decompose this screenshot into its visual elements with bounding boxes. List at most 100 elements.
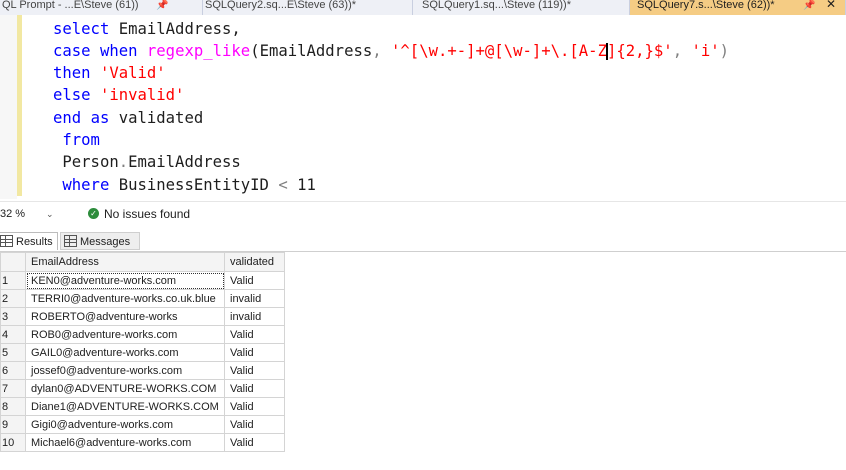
pin-icon[interactable]: 📌 [156, 0, 168, 11]
row-number[interactable]: 10 [0, 433, 26, 452]
email-cell[interactable]: ROBERTO@adventure-works [25, 307, 225, 326]
sql-identifier [138, 42, 147, 60]
email-cell[interactable]: KEN0@adventure-works.com [25, 271, 225, 290]
results-grid[interactable]: EmailAddress validated 1 KEN0@adventure-w… [0, 252, 285, 452]
code-line[interactable]: case when regexp_like(EmailAddress, '^[\… [53, 40, 729, 62]
email-cell[interactable]: dylan0@ADVENTURE-WORKS.COM [25, 379, 225, 398]
editor-gutter [0, 15, 17, 199]
validated-cell[interactable]: Valid [224, 343, 285, 362]
sql-keyword: from [53, 131, 100, 149]
column-header-validated[interactable]: validated [224, 252, 285, 272]
grid-header-row: EmailAddress validated [0, 252, 285, 272]
sql-identifier: 11 [287, 176, 316, 194]
code-line[interactable]: end as validated [53, 107, 203, 129]
check-circle-icon: ✓ [88, 208, 99, 219]
sql-identifier [382, 42, 391, 60]
tab-sqlquery1[interactable]: SQLQuery1.sq...\Steve (119))* [413, 0, 630, 15]
email-cell[interactable]: GAIL0@adventure-works.com [25, 343, 225, 362]
sql-identifier: validated [109, 109, 204, 127]
table-row[interactable]: 2 TERRI0@adventure-works.co.uk.blue invali… [0, 289, 285, 308]
row-number[interactable]: 8 [0, 397, 26, 416]
grid-corner-cell[interactable] [0, 252, 26, 272]
tab-sqlquery2[interactable]: SQLQuery2.sq...E\Steve (63))* [203, 0, 413, 15]
email-cell[interactable]: TERRI0@adventure-works.co.uk.blue [25, 289, 225, 308]
table-row[interactable]: 5 GAIL0@adventure-works.com Valid [0, 343, 285, 362]
tab-messages[interactable]: Messages [60, 232, 140, 250]
table-row[interactable]: 3 ROBERTO@adventure-works invalid [0, 307, 285, 326]
table-row[interactable]: 10 Michael6@adventure-works.com Valid [0, 433, 285, 452]
sql-keyword: case [53, 42, 91, 60]
editor-status-bar: 32 % ⌄ ✓ No issues found [0, 201, 846, 226]
validated-cell[interactable]: Valid [224, 397, 285, 416]
sql-identifier: Person [53, 153, 119, 171]
tab-results-label: Results [16, 236, 53, 248]
sql-identifier [81, 109, 90, 127]
sql-identifier [91, 86, 100, 104]
row-number[interactable]: 7 [0, 379, 26, 398]
table-row[interactable]: 8 Diane1@ADVENTURE-WORKS.COM Valid [0, 397, 285, 416]
column-header-emailaddress[interactable]: EmailAddress [25, 252, 225, 272]
sql-operator: , [672, 42, 683, 60]
messages-icon [64, 235, 77, 248]
issues-status-text: No issues found [104, 207, 191, 221]
pin-icon[interactable]: 📌 [803, 0, 815, 11]
tab-results[interactable]: Results [0, 232, 58, 250]
table-row[interactable]: 1 KEN0@adventure-works.com Valid [0, 271, 285, 290]
sql-identifier: BusinessEntityID [109, 176, 279, 194]
row-number[interactable]: 6 [0, 361, 26, 380]
sql-operator: ) [719, 42, 730, 60]
code-line[interactable]: from [53, 129, 100, 151]
chevron-down-icon[interactable]: ⌄ [46, 206, 54, 222]
validated-cell[interactable]: Valid [224, 325, 285, 344]
validated-cell[interactable]: invalid [224, 289, 285, 308]
document-tab-strip: QL Prompt - ...E\Steve (61)) 📌 SQLQuery2… [0, 0, 846, 16]
tab-label: SQLQuery2.sq...E\Steve (63))* [205, 0, 357, 11]
sql-string: '^[\w.+-]+@[\w-]+\.[A-Z [391, 42, 607, 60]
grid-icon [0, 235, 13, 248]
email-cell[interactable]: Michael6@adventure-works.com [25, 433, 225, 452]
table-row[interactable]: 9 Gigi0@adventure-works.com Valid [0, 415, 285, 434]
row-number[interactable]: 3 [0, 307, 26, 326]
validated-cell[interactable]: invalid [224, 307, 285, 326]
validated-cell[interactable]: Valid [224, 415, 285, 434]
email-cell[interactable]: Diane1@ADVENTURE-WORKS.COM [25, 397, 225, 416]
row-number[interactable]: 1 [0, 271, 26, 290]
table-row[interactable]: 4 ROB0@adventure-works.com Valid [0, 325, 285, 344]
zoom-select[interactable]: 32 % ⌄ [0, 206, 58, 222]
sql-keyword: when [99, 42, 138, 60]
sql-string: ]{2,}$' [606, 42, 673, 60]
table-row[interactable]: 7 dylan0@ADVENTURE-WORKS.COM Valid [0, 379, 285, 398]
validated-cell[interactable]: Valid [224, 379, 285, 398]
sql-keyword: then [53, 64, 91, 82]
validated-cell[interactable]: Valid [224, 271, 285, 290]
sql-identifier [91, 42, 100, 60]
row-number[interactable]: 9 [0, 415, 26, 434]
email-cell[interactable]: jossef0@adventure-works.com [25, 361, 225, 380]
email-cell[interactable]: ROB0@adventure-works.com [25, 325, 225, 344]
row-number[interactable]: 4 [0, 325, 26, 344]
sql-identifier: EmailAddress [128, 153, 241, 171]
validated-cell[interactable]: Valid [224, 361, 285, 380]
table-row[interactable]: 6 jossef0@adventure-works.com Valid [0, 361, 285, 380]
tab-label: QL Prompt - ...E\Steve (61)) [2, 0, 139, 11]
sql-string: 'Valid' [99, 64, 166, 82]
sql-identifier: (EmailAddress [250, 42, 373, 60]
close-icon[interactable]: ✕ [826, 0, 836, 10]
sql-keyword: else [53, 86, 91, 104]
tab-label: SQLQuery7.s...\Steve (62))* [637, 0, 775, 11]
sql-identifier: EmailAddress, [109, 20, 241, 38]
code-line[interactable]: Person.EmailAddress [53, 151, 241, 173]
query-editor[interactable]: select EmailAddress, case when regexp_lik… [0, 15, 846, 199]
validated-cell[interactable]: Valid [224, 433, 285, 452]
row-number[interactable]: 2 [0, 289, 26, 308]
tab-sqlquery7[interactable]: SQLQuery7.s...\Steve (62))* 📌 ✕ [630, 0, 846, 15]
sql-operator: . [118, 153, 129, 171]
code-line[interactable]: then 'Valid' [53, 62, 166, 84]
code-line[interactable]: else 'invalid' [53, 84, 184, 106]
email-cell[interactable]: Gigi0@adventure-works.com [25, 415, 225, 434]
row-number[interactable]: 5 [0, 343, 26, 362]
code-line[interactable]: where BusinessEntityID < 11 [53, 174, 316, 196]
sql-keyword: select [53, 20, 110, 38]
tab-sql-prompt[interactable]: QL Prompt - ...E\Steve (61)) 📌 [0, 0, 203, 15]
code-line[interactable]: select EmailAddress, [53, 18, 241, 40]
